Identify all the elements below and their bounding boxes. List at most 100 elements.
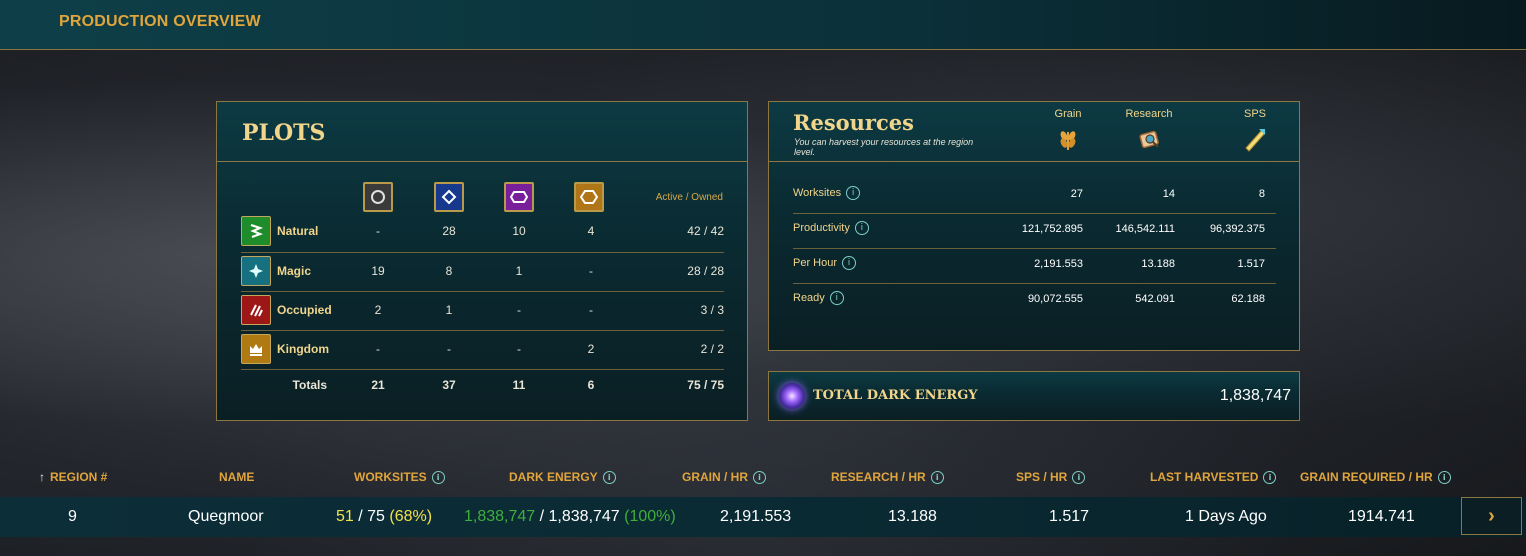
dark-energy-value: 1,838,747 <box>1219 387 1291 404</box>
productivity-label: Productivity i <box>793 221 869 235</box>
plot-total-cell: 28 / 28 <box>687 264 724 278</box>
sort-arrow-up-icon: ↑ <box>39 470 45 484</box>
region-name: Quegmoor <box>188 508 264 525</box>
chevron-right-icon: › <box>1488 504 1495 527</box>
region-number: 9 <box>68 508 77 525</box>
ready-sps: 62.188 <box>1231 293 1265 305</box>
per-hour-sps: 1.517 <box>1237 258 1265 270</box>
plots-header: PLOTS <box>217 102 747 162</box>
plots-panel: PLOTS Active / Owned Natural - 28 10 4 4… <box>216 101 748 421</box>
kingdom-icon <box>241 334 271 364</box>
plot-cell: 19 <box>371 264 385 278</box>
plot-cell: 28 <box>442 224 456 238</box>
plot-cell: 1 <box>445 303 453 317</box>
natural-icon <box>241 216 271 246</box>
info-icon[interactable]: i <box>930 470 944 484</box>
plot-cell: 8 <box>445 264 453 278</box>
divider <box>241 369 724 370</box>
grain-hr-column-header[interactable]: GRAIN / HR i <box>682 470 766 484</box>
name-header-text: NAME <box>219 470 255 484</box>
ready-label-text: Ready <box>793 292 825 304</box>
productivity-label-text: Productivity <box>793 222 850 234</box>
rarity-epic-icon <box>504 182 534 212</box>
info-icon[interactable]: i <box>753 470 766 484</box>
region-column-header[interactable]: ↑ REGION # <box>39 470 107 484</box>
info-icon[interactable]: i <box>846 186 861 200</box>
worksites-header-text: WORKSITES <box>354 470 427 484</box>
dark-energy-total: / 1,838,747 <box>535 508 625 525</box>
worksites-active: 51 <box>336 508 354 525</box>
page-title: PRODUCTION OVERVIEW <box>59 13 261 30</box>
grain-required-header-text: GRAIN REQUIRED / HR <box>1300 470 1433 484</box>
divider <box>241 291 724 292</box>
rarity-common-icon <box>363 182 393 212</box>
per-hour-label-text: Per Hour <box>793 257 838 269</box>
productivity-sps: 96,392.375 <box>1209 223 1265 235</box>
info-icon[interactable]: i <box>431 470 445 484</box>
plot-type-label: Occupied <box>277 303 332 317</box>
worksites-sps: 8 <box>1258 188 1265 200</box>
open-region-button[interactable]: › <box>1461 497 1522 535</box>
resources-title: Resources <box>793 110 914 135</box>
worksites-column-header[interactable]: WORKSITES i <box>354 470 445 484</box>
table-row[interactable]: 9 Quegmoor 51 / 75 (68%) 1,838,747 / 1,8… <box>0 497 1526 537</box>
dark-energy-value: 1,838,747 / 1,838,747 (100%) <box>464 508 676 526</box>
info-icon[interactable]: i <box>1072 470 1086 484</box>
plot-cell: - <box>589 264 593 278</box>
plot-cell: 1 <box>515 264 523 278</box>
totals-cell: 21 <box>371 378 385 392</box>
plot-cell: 2 <box>374 303 382 317</box>
research-per-hour: 13.188 <box>888 508 937 525</box>
info-icon[interactable]: i <box>602 470 616 484</box>
totals-cell: 37 <box>442 378 456 392</box>
info-icon[interactable]: i <box>1437 470 1451 484</box>
name-column-header[interactable]: NAME <box>219 470 254 484</box>
last-harvested-column-header[interactable]: LAST HARVESTED i <box>1150 470 1277 484</box>
totals-cell: 6 <box>587 378 595 392</box>
plot-cell: - <box>447 342 451 356</box>
plot-cell: - <box>517 342 521 356</box>
resources-panel: Resources You can harvest your resources… <box>768 101 1300 351</box>
divider <box>793 248 1276 249</box>
divider <box>241 252 724 253</box>
dark-energy-column-header[interactable]: DARK ENERGY i <box>509 470 616 484</box>
grain-column-header: Grain <box>1054 108 1082 120</box>
plot-cell: - <box>376 224 380 238</box>
rarity-rare-icon <box>434 182 464 212</box>
plot-total-cell: 3 / 3 <box>700 303 724 317</box>
dark-energy-active: 1,838,747 <box>464 508 536 525</box>
totals-cell: 11 <box>512 378 526 392</box>
research-icon <box>1134 124 1164 154</box>
sps-icon <box>1240 124 1270 154</box>
info-icon[interactable]: i <box>854 221 869 235</box>
info-icon[interactable]: i <box>829 291 844 305</box>
info-icon[interactable]: i <box>842 256 857 270</box>
dark-energy-percent: (100%) <box>624 508 676 525</box>
plot-type-label: Magic <box>277 264 312 278</box>
grain-per-hour: 2,191.553 <box>720 508 792 525</box>
plot-total-cell: 42 / 42 <box>687 224 724 238</box>
per-hour-label: Per Hour i <box>793 256 857 270</box>
grain-hr-header-text: GRAIN / HR <box>682 470 748 484</box>
totals-total-cell: 75 / 75 <box>687 378 724 392</box>
research-column-header: Research <box>1125 108 1173 120</box>
plot-type-label: Natural <box>277 224 319 238</box>
grain-required-column-header[interactable]: GRAIN REQUIRED / HR i <box>1300 470 1451 484</box>
active-owned-header: Active / Owned <box>655 192 723 203</box>
totals-label: Totals <box>292 378 327 392</box>
resources-header: Resources You can harvest your resources… <box>769 102 1299 162</box>
research-hr-column-header[interactable]: RESEARCH / HR i <box>831 470 944 484</box>
occupied-icon <box>241 295 271 325</box>
last-harvested-header-text: LAST HARVESTED <box>1150 470 1259 484</box>
region-header-text: REGION # <box>50 470 108 484</box>
plot-cell: - <box>589 303 593 317</box>
rarity-legendary-icon <box>574 182 604 212</box>
worksites-label-text: Worksites <box>793 187 842 199</box>
plot-cell: - <box>517 303 521 317</box>
sps-column-header: SPS <box>1243 108 1266 120</box>
research-hr-header-text: RESEARCH / HR <box>831 470 926 484</box>
info-icon[interactable]: i <box>1263 470 1277 484</box>
sps-hr-column-header[interactable]: SPS / HR i <box>1016 470 1086 484</box>
plots-title: PLOTS <box>242 120 326 146</box>
plot-type-label: Kingdom <box>277 342 329 356</box>
